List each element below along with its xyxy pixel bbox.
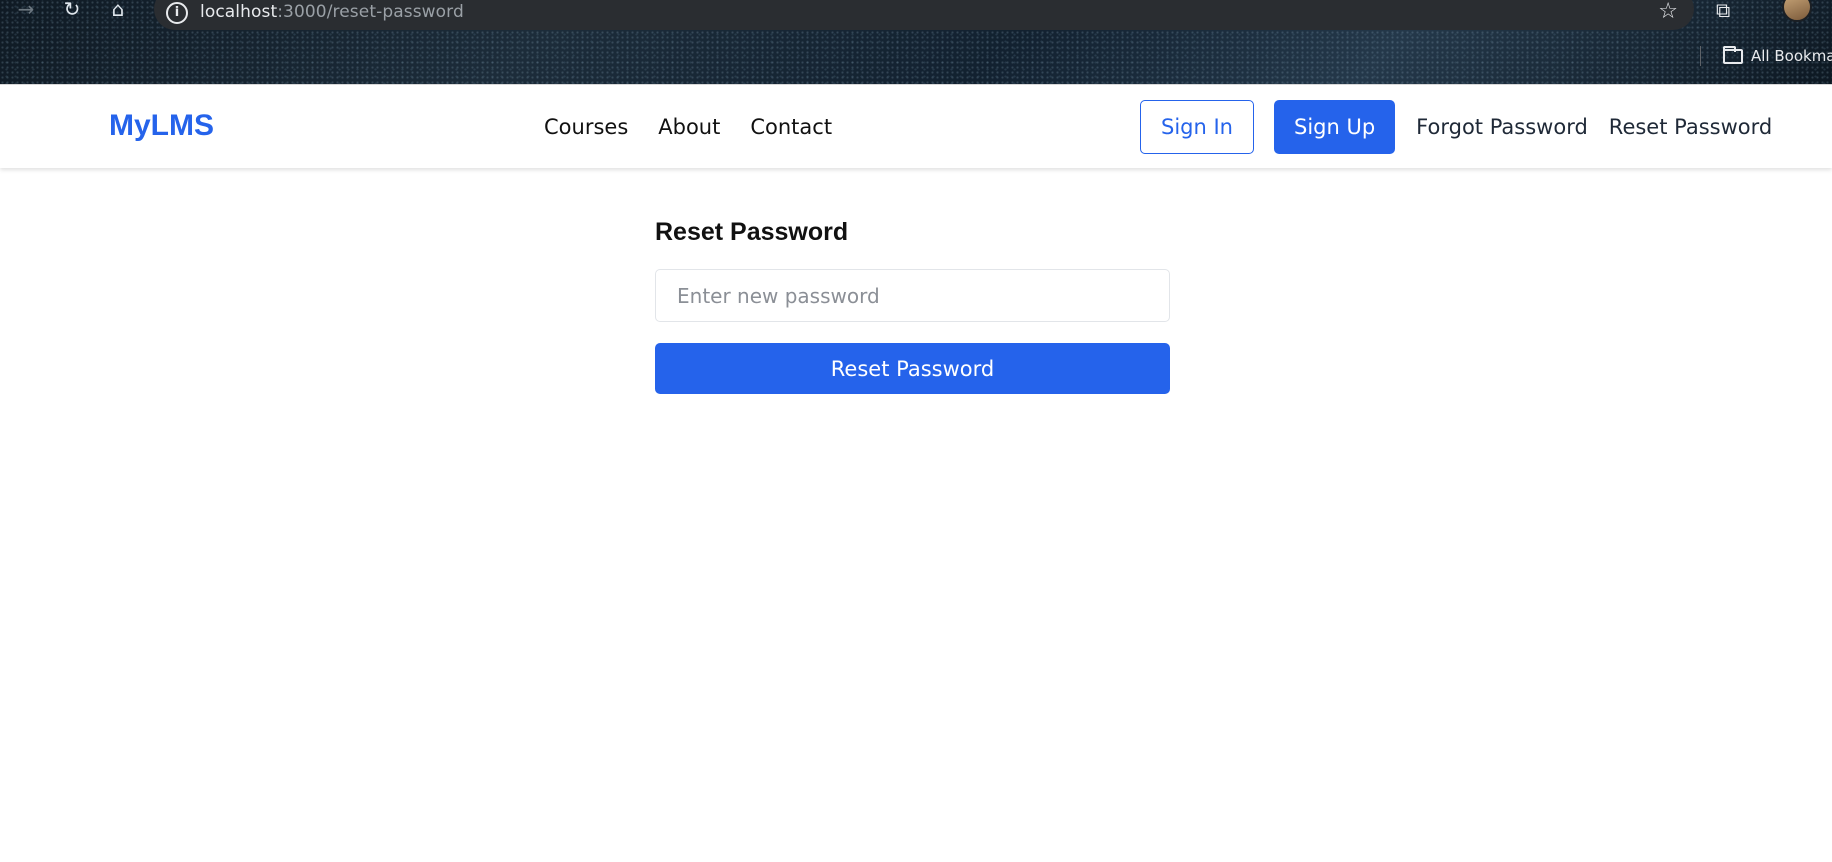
browser-chrome: → ↻ ⌂ i localhost:3000/reset-password ☆ … [0,0,1832,84]
avatar[interactable] [1782,0,1812,22]
site-header: MyLMS Courses About Contact Sign In Sign… [0,84,1832,168]
nav-contact-link[interactable]: Contact [750,115,832,139]
puzzle-icon[interactable]: ⧉ [1716,0,1742,22]
page-title: Reset Password [655,218,849,246]
star-icon[interactable]: ☆ [1658,0,1678,24]
url-host: localhost [200,2,278,22]
reset-password-link[interactable]: Reset Password [1609,115,1772,139]
url-text[interactable]: localhost:3000/reset-password [200,2,464,22]
all-bookmarks-label: All Bookma [1751,47,1832,65]
forgot-password-link[interactable]: Forgot Password [1416,115,1588,139]
nav-courses-link[interactable]: Courses [544,115,628,139]
nav-about-link[interactable]: About [658,115,720,139]
info-icon[interactable]: i [166,2,188,24]
browser-toolbar: → ↻ ⌂ i localhost:3000/reset-password ☆ … [0,0,1832,30]
reset-password-button[interactable]: Reset Password [655,343,1170,394]
forward-arrow-icon[interactable]: → [12,0,40,21]
folder-icon [1723,45,1743,64]
address-bar[interactable]: i localhost:3000/reset-password ☆ [154,0,1694,30]
home-icon[interactable]: ⌂ [104,0,132,21]
sign-up-button[interactable]: Sign Up [1273,100,1396,154]
main-nav: Courses About Contact [544,115,832,139]
bookmarks-divider [1700,46,1701,66]
reset-password-form: Reset Password Reset Password [655,218,1170,394]
reload-icon[interactable]: ↻ [58,0,86,21]
auth-actions: Sign In Sign Up Forgot Password Reset Pa… [1140,100,1772,154]
url-path: :3000/reset-password [277,2,464,22]
new-password-input[interactable] [655,269,1170,322]
bookmarks-bar[interactable]: All Bookma [1700,44,1832,68]
brand-logo[interactable]: MyLMS [109,109,214,143]
sign-in-button[interactable]: Sign In [1140,100,1254,154]
